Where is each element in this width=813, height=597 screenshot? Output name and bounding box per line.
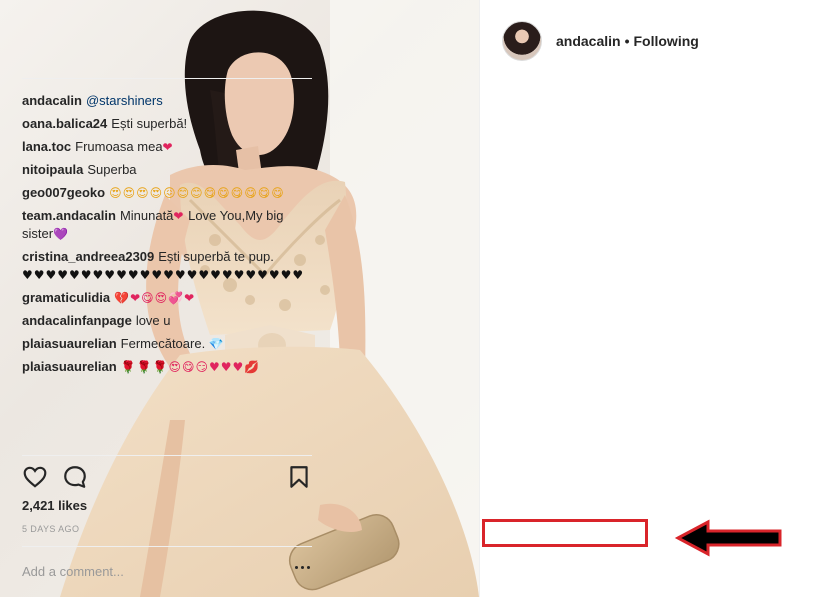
- comment-username[interactable]: lana.toc: [22, 139, 71, 154]
- comment-bubble-icon[interactable]: [62, 464, 88, 490]
- caption-username[interactable]: andacalin: [22, 93, 82, 108]
- list-item: gramaticulidia 💔❤😋😍💞❤: [22, 289, 312, 307]
- author-username[interactable]: andacalin: [556, 33, 621, 49]
- comment-username[interactable]: team.andacalin: [22, 208, 116, 223]
- comment-username[interactable]: nitoipaula: [22, 162, 83, 177]
- list-item: team.andacalin Minunată❤ Love You,My big …: [22, 207, 312, 243]
- ellipsis-icon[interactable]: [295, 566, 311, 572]
- list-item: geo007geoko 😍😍😍😍😖😊😊😋😋😋😋😋😋: [22, 184, 312, 202]
- annotation-highlight-box: [482, 519, 648, 547]
- action-bar: [20, 464, 312, 492]
- annotation-arrow-icon: [674, 519, 782, 557]
- caption-mention-link[interactable]: @starshiners: [86, 93, 163, 108]
- list-item: oana.balica24 Ești superbă!: [22, 115, 312, 133]
- comment-username[interactable]: geo007geoko: [22, 185, 105, 200]
- comment-username[interactable]: gramaticulidia: [22, 290, 110, 305]
- list-item: cristina_andreea2309 Ești superbă te pup.…: [22, 248, 312, 284]
- comment-text: Superba: [87, 162, 137, 177]
- heart-emoji: ❤: [162, 140, 174, 154]
- comment-text: Ești superbă!: [111, 116, 188, 131]
- diamond-emoji: 💎: [208, 337, 225, 351]
- caption: andacalin @starshiners: [22, 92, 312, 110]
- comments-divider: [22, 455, 312, 456]
- header-divider: [22, 78, 312, 79]
- heart-outline-icon[interactable]: [22, 464, 48, 490]
- list-item: plaiasuaurelian Fermecătoare. 💎: [22, 335, 312, 353]
- comment-username[interactable]: plaiasuaurelian: [22, 359, 117, 374]
- post-timestamp[interactable]: 5 DAYS AGO: [22, 524, 79, 534]
- follow-status-button[interactable]: Following: [634, 33, 699, 49]
- comment-text: Frumoasa mea: [75, 139, 163, 154]
- post-details-panel: andacalin • Following: [479, 0, 813, 597]
- emoji-sequence: 😍😍😍😍😖😊😊😋😋😋😋😋😋: [109, 186, 285, 200]
- comment-username[interactable]: plaiasuaurelian: [22, 336, 117, 351]
- author-avatar[interactable]: [502, 21, 542, 61]
- likes-count[interactable]: 2,421 likes: [22, 498, 87, 513]
- list-item: plaiasuaurelian 🌹🌹🌹😍😋😏♥♥♥💋: [22, 358, 312, 376]
- list-item: andacalinfanpage love u: [22, 312, 312, 330]
- comment-text: Fermecătoare.: [120, 336, 206, 351]
- list-item: lana.toc Frumoasa mea❤: [22, 138, 312, 156]
- comment-text: love u: [135, 313, 171, 328]
- comments-list: andacalin @starshiners oana.balica24 Ești …: [22, 92, 312, 381]
- header-text: andacalin • Following: [556, 33, 699, 49]
- list-item: nitoipaula Superba: [22, 161, 312, 179]
- add-comment-input[interactable]: [22, 560, 282, 582]
- header-separator: •: [624, 33, 630, 49]
- purple-heart-emoji: 💜: [53, 227, 70, 241]
- black-hearts-emoji: ♥♥♥♥♥♥♥♥♥♥♥♥♥♥♥♥♥♥♥♥♥♥♥♥: [22, 268, 305, 282]
- comment-username[interactable]: cristina_andreea2309: [22, 249, 154, 264]
- emoji-sequence: 🌹🌹🌹😍😋😏♥♥♥💋: [120, 360, 261, 374]
- bookmark-icon[interactable]: [286, 464, 312, 490]
- emoji-sequence: 💔❤😋😍💞❤: [114, 291, 196, 305]
- comment-text: Minunată: [119, 208, 174, 223]
- post-header: andacalin • Following: [502, 17, 792, 65]
- comment-username[interactable]: oana.balica24: [22, 116, 107, 131]
- add-comment-divider: [22, 546, 312, 547]
- comment-username[interactable]: andacalinfanpage: [22, 313, 132, 328]
- comment-text: Ești superbă te pup.: [158, 249, 274, 264]
- heart-emoji: ❤: [173, 209, 185, 223]
